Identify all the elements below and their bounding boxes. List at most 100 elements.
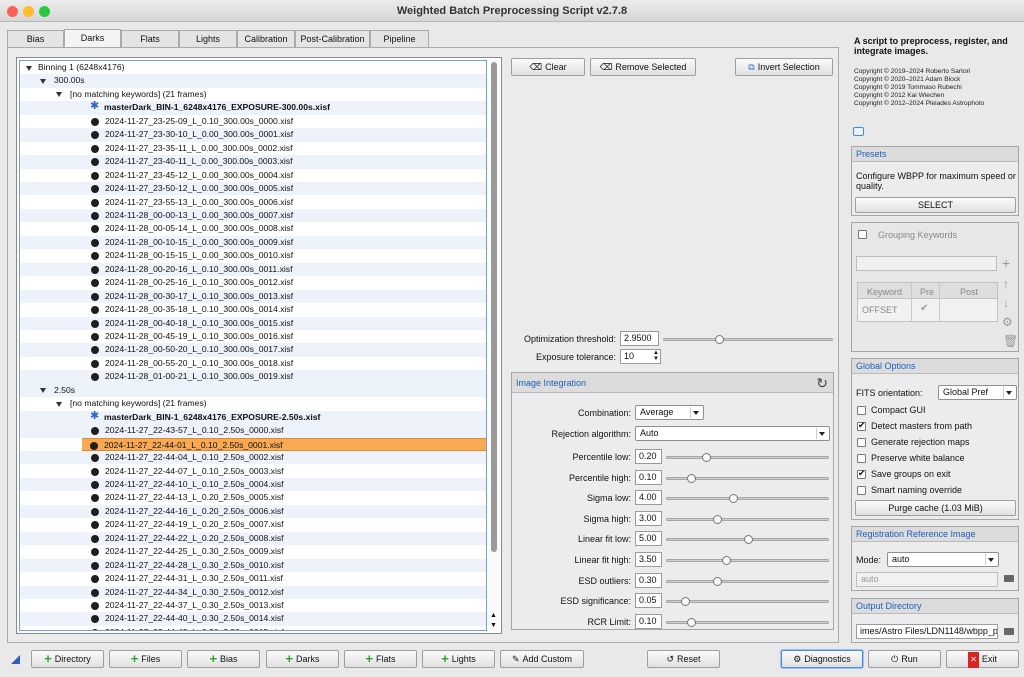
file-row[interactable]: 2024-11-27_22-44-04_L_0.10_2.50s_0002.xi…	[20, 451, 486, 465]
file-tree[interactable]: Binning 1 (6248x4176) 300.00s [no matchi…	[16, 57, 502, 634]
file-row[interactable]: 2024-11-27_22-44-34_L_0.30_2.50s_0012.xi…	[20, 585, 486, 599]
keywords-table[interactable]: Keyword Pre Post OFFSET ✔	[857, 282, 998, 322]
add-darks-button[interactable]: + Darks	[266, 650, 339, 668]
invert-selection-button[interactable]: ⧉ Invert Selection	[735, 58, 833, 76]
run-button[interactable]: ⏻ Run	[868, 650, 941, 668]
registration-mode-select[interactable]: auto	[887, 552, 999, 567]
combination-select[interactable]: Average	[635, 405, 704, 420]
param-slider[interactable]	[666, 453, 829, 462]
param-input[interactable]: 0.30	[635, 572, 662, 588]
file-row[interactable]: 2024-11-27_22-43-57_L_0.10_2.50s_0000.xi…	[20, 424, 486, 438]
file-row[interactable]: 2024-11-27_23-55-13_L_0.00_300.00s_0006.…	[20, 196, 486, 209]
expand-triangle-icon[interactable]	[26, 65, 32, 71]
file-row[interactable]: 2024-11-27_23-50-12_L_0.00_300.00s_0005.…	[20, 182, 486, 196]
file-row[interactable]: 2024-11-27_22-44-10_L_0.10_2.50s_0004.xi…	[20, 477, 486, 492]
option-checkbox[interactable]	[857, 438, 866, 447]
param-input[interactable]: 4.00	[635, 490, 662, 506]
file-row[interactable]: 2024-11-27_23-25-09_L_0.10_300.00s_0000.…	[20, 115, 486, 128]
param-input[interactable]: 3.50	[635, 552, 662, 567]
file-row[interactable]: 2024-11-28_00-05-14_L_0.00_300.00s_0008.…	[20, 222, 486, 235]
remove-selected-button[interactable]: ⌫ Remove Selected	[590, 58, 696, 76]
param-slider[interactable]	[666, 556, 829, 565]
expand-triangle-icon[interactable]	[56, 401, 62, 407]
option-checkbox[interactable]	[857, 468, 866, 479]
optimization-threshold-slider[interactable]	[663, 335, 833, 344]
expand-triangle-icon[interactable]	[40, 78, 46, 84]
tree-list[interactable]: Binning 1 (6248x4176) 300.00s [no matchi…	[19, 60, 487, 631]
param-input[interactable]: 5.00	[635, 531, 662, 547]
tab-flats[interactable]: Flats	[121, 30, 179, 47]
param-input[interactable]: 0.05	[635, 593, 662, 609]
keyword-input[interactable]	[856, 256, 997, 271]
tab-calibration[interactable]: Calibration	[237, 30, 295, 47]
add-flats-button[interactable]: + Flats	[344, 650, 417, 668]
presets-select-button[interactable]: SELECT	[855, 197, 1016, 213]
purge-cache-button[interactable]: Purge cache (1.03 MiB)	[855, 500, 1016, 516]
file-row[interactable]: 2024-11-28_00-35-18_L_0.10_300.00s_0014.…	[20, 303, 486, 316]
param-input[interactable]: 0.10	[635, 613, 662, 629]
keyword-group-row[interactable]: [no matching keywords] (21 frames)	[20, 88, 486, 101]
scroll-down-arrow-icon[interactable]: ▼	[490, 622, 497, 629]
scrollbar-thumb[interactable]	[491, 62, 497, 552]
delete-trash-icon[interactable]: 🗑	[1003, 335, 1018, 347]
spinner-arrows-icon[interactable]: ▲ ▼	[653, 350, 659, 362]
slider-knob[interactable]	[744, 535, 753, 545]
clear-button[interactable]: ⌫ Clear	[511, 58, 585, 76]
reset-button[interactable]: ↺ Reset	[647, 650, 720, 668]
param-slider[interactable]	[666, 597, 829, 607]
param-input[interactable]: 0.20	[635, 449, 662, 464]
add-bias-button[interactable]: + Bias	[187, 650, 260, 668]
folder-icon[interactable]	[1004, 628, 1014, 635]
file-row[interactable]: 2024-11-28_00-15-15_L_0.00_300.00s_0010.…	[20, 249, 486, 262]
file-row[interactable]: 2024-11-28_00-55-20_L_0.10_300.00s_0018.…	[20, 357, 486, 370]
slider-knob[interactable]	[728, 494, 738, 504]
diagnostics-button[interactable]: ⚙ Diagnostics	[781, 650, 863, 668]
file-row[interactable]: 2024-11-27_22-44-37_L_0.30_2.50s_0013.xi…	[20, 599, 486, 612]
file-row[interactable]: 2024-11-28_00-00-13_L_0.00_300.00s_0007.…	[20, 208, 486, 223]
slider-knob[interactable]	[722, 556, 732, 565]
move-up-icon[interactable]: ↑	[1003, 278, 1009, 290]
file-row[interactable]: 2024-11-28_00-50-20_L_0.10_300.00s_0017.…	[20, 343, 486, 357]
file-row[interactable]: 2024-11-28_00-20-16_L_0.10_300.00s_0011.…	[20, 262, 486, 277]
reset-section-icon[interactable]: ↻	[816, 375, 828, 392]
file-row[interactable]: 2024-11-27_23-30-10_L_0.00_300.00s_0001.…	[20, 128, 486, 142]
tab-bias[interactable]: Bias	[7, 30, 64, 47]
file-row[interactable]: 2024-11-28_00-40-18_L_0.10_300.00s_0015.…	[20, 316, 486, 330]
add-keyword-icon[interactable]: +	[1002, 256, 1010, 270]
option-checkbox[interactable]	[857, 406, 866, 415]
scroll-up-arrow-icon[interactable]: ▲	[490, 612, 497, 619]
file-row[interactable]: 2024-11-27_22-44-28_L_0.30_2.50s_0010.xi…	[20, 558, 486, 573]
file-row[interactable]: 2024-11-28_00-45-19_L_0.10_300.00s_0016.…	[20, 330, 486, 343]
exposure-group-row[interactable]: 2.50s	[20, 383, 486, 398]
slider-knob[interactable]	[713, 514, 723, 524]
rejection-algorithm-select[interactable]: Auto	[635, 426, 830, 441]
folder-icon[interactable]	[1004, 575, 1014, 582]
file-row[interactable]: 2024-11-27_22-44-22_L_0.20_2.50s_0008.xi…	[20, 531, 486, 546]
file-row[interactable]: 2024-11-28_01-00-21_L_0.10_300.00s_0019.…	[20, 370, 486, 384]
param-slider[interactable]	[666, 576, 829, 586]
file-row[interactable]: 2024-11-27_22-44-16_L_0.20_2.50s_0006.xi…	[20, 504, 486, 519]
option-checkbox[interactable]	[857, 420, 866, 431]
expand-triangle-icon[interactable]	[56, 92, 62, 98]
slider-knob[interactable]	[702, 453, 712, 462]
add-lights-button[interactable]: + Lights	[422, 650, 495, 668]
file-row[interactable]: 2024-11-27_23-35-11_L_0.00_300.00s_0002.…	[20, 142, 486, 155]
add-files-button[interactable]: + Files	[109, 650, 182, 668]
option-checkbox[interactable]	[857, 454, 866, 463]
param-slider[interactable]	[666, 617, 829, 627]
exposure-group-row[interactable]: 300.00s	[20, 74, 486, 88]
tree-scrollbar[interactable]: ▲ ▼	[489, 60, 500, 631]
param-slider[interactable]	[666, 514, 829, 524]
grouping-keywords-checkbox[interactable]	[858, 230, 867, 239]
tab-pipeline[interactable]: Pipeline	[370, 30, 429, 47]
file-row[interactable]: 2024-11-27_22-44-31_L_0.30_2.50s_0011.xi…	[20, 572, 486, 585]
file-row[interactable]: 2024-11-27_22-44-25_L_0.30_2.50s_0009.xi…	[20, 545, 486, 558]
file-row[interactable]: 2024-11-27_23-40-11_L_0.00_300.00s_0003.…	[20, 155, 486, 169]
file-row[interactable]: 2024-11-28_00-30-17_L_0.10_300.00s_0013.…	[20, 289, 486, 304]
param-input[interactable]: 3.00	[635, 510, 662, 526]
option-checkbox[interactable]	[857, 486, 866, 495]
add-directory-button[interactable]: + Directory	[31, 650, 104, 668]
tab-post-calibration[interactable]: Post-Calibration	[295, 30, 370, 47]
file-row[interactable]: 2024-11-27_22-44-19_L_0.20_2.50s_0007.xi…	[20, 518, 486, 531]
master-dark-row[interactable]: ✱ masterDark_BIN-1_6248x4176_EXPOSURE-2.…	[20, 410, 486, 425]
